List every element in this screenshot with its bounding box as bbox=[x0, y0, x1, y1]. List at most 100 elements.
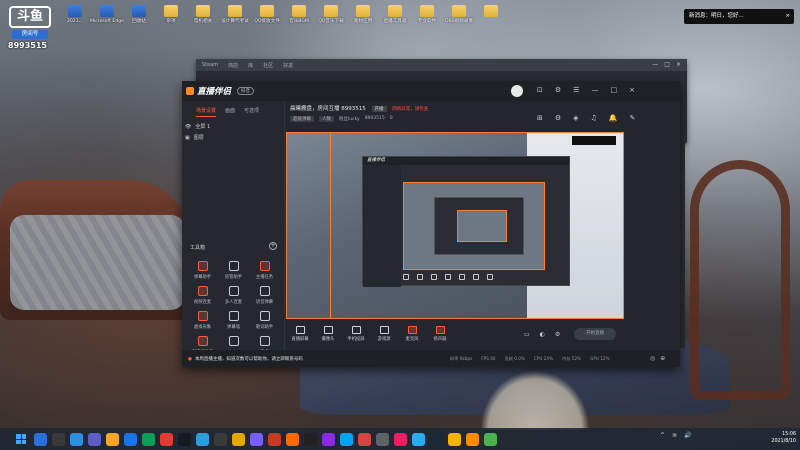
bg-tab[interactable]: 社区 bbox=[263, 62, 273, 69]
desktop-icon[interactable]: 回收站 bbox=[124, 2, 154, 36]
eye-icon[interactable]: ▣ bbox=[185, 135, 190, 141]
taskbar-app-icon[interactable] bbox=[250, 432, 263, 446]
taskbar-app-icon[interactable] bbox=[88, 432, 101, 446]
taskbar-app-icon[interactable] bbox=[106, 432, 119, 446]
taskbar-app-icon[interactable] bbox=[286, 432, 299, 446]
tool-item[interactable]: 弹幕助手 bbox=[187, 261, 218, 280]
taskbar-app-icon[interactable] bbox=[214, 432, 227, 446]
room-tool-icon[interactable]: ⚙ bbox=[555, 114, 561, 122]
preview-toolbar[interactable] bbox=[572, 136, 616, 145]
titlebar-icon[interactable]: × bbox=[629, 86, 635, 94]
tab-0[interactable]: 场景设置 bbox=[196, 107, 217, 117]
close-icon[interactable]: × bbox=[785, 9, 790, 24]
source-button[interactable]: 直播屏幕 bbox=[286, 326, 314, 342]
notification-toast[interactable]: 新消息：明日，您好... × bbox=[684, 9, 794, 24]
source-button[interactable]: 扬声器 bbox=[426, 326, 454, 342]
taskbar-app-icon[interactable] bbox=[160, 432, 173, 446]
source-button[interactable]: 游戏源 bbox=[370, 326, 398, 342]
desktop-icon[interactable]: OBS视频录像 bbox=[444, 2, 474, 36]
room-title[interactable]: 晨曦搬盘，房间互播 8993515 bbox=[290, 106, 366, 112]
window-control-icon[interactable]: — bbox=[652, 61, 658, 68]
bg-tab[interactable]: Steam bbox=[202, 62, 218, 68]
desktop-icon[interactable]: QQ音乐下载 bbox=[316, 2, 346, 36]
extra-control-icon[interactable]: ⚙ bbox=[555, 331, 560, 338]
titlebar-icon[interactable]: □ bbox=[610, 86, 617, 94]
taskbar-app-icon[interactable] bbox=[52, 432, 65, 446]
taskbar-app-icon[interactable] bbox=[70, 432, 83, 446]
tool-item[interactable]: 弹幕墙 bbox=[218, 311, 249, 330]
source-button[interactable]: 麦克风 bbox=[398, 326, 426, 342]
status-control-icon[interactable]: ⊕ bbox=[660, 355, 665, 362]
window-control-icon[interactable]: □ bbox=[664, 61, 670, 68]
desktop-icon[interactable]: QQ接收文件 bbox=[252, 2, 282, 36]
titlebar-icon[interactable]: ⊡ bbox=[537, 86, 543, 94]
clock[interactable]: 15:06 2021/8/10 bbox=[760, 431, 796, 445]
desktop-icon[interactable]: 2021... bbox=[60, 2, 90, 36]
room-tool-icon[interactable]: ✎ bbox=[630, 114, 636, 122]
scene-item[interactable]: ▣ 图层 bbox=[185, 132, 210, 143]
taskbar-app-icon[interactable] bbox=[34, 432, 47, 446]
desktop-icon[interactable]: 专业软件 bbox=[412, 2, 442, 36]
tool-item[interactable]: 歌词助手 bbox=[249, 311, 280, 330]
start-live-button[interactable]: 开始直播 bbox=[574, 328, 616, 340]
tab-1[interactable]: 画面 bbox=[225, 107, 235, 117]
taskbar-app-icon[interactable] bbox=[358, 432, 371, 446]
bg-tab[interactable]: 好友 bbox=[283, 62, 293, 69]
scene-item[interactable]: 👁 全屏 1 bbox=[185, 121, 210, 132]
tool-item[interactable]: 语音弹幕 bbox=[249, 286, 280, 305]
desktop-icon[interactable]: 电机相关 bbox=[188, 2, 218, 36]
tray-icon[interactable]: 🔊 bbox=[684, 432, 691, 439]
window-control-icon[interactable]: × bbox=[676, 61, 681, 68]
taskbar-app-icon[interactable] bbox=[142, 432, 155, 446]
tool-item[interactable]: 房管助手 bbox=[218, 261, 249, 280]
stream-preview[interactable]: 直播伴侣 bbox=[286, 132, 624, 319]
taskbar-app-icon[interactable] bbox=[196, 432, 209, 446]
desktop-icon[interactable] bbox=[476, 2, 506, 36]
bg-tab[interactable]: 库 bbox=[248, 62, 253, 69]
taskbar-app-icon[interactable] bbox=[304, 432, 317, 446]
app-version-badge[interactable]: 抖音 bbox=[237, 87, 255, 95]
avatar[interactable] bbox=[511, 85, 523, 97]
room-tool-icon[interactable]: 🔔 bbox=[609, 114, 618, 122]
taskbar-app-icon[interactable] bbox=[178, 432, 191, 446]
tool-item[interactable]: 主播任务 bbox=[249, 261, 280, 280]
live-companion-app[interactable]: 直播伴侣 抖音 ⊡ ⚙ ☰ — □ × 场景设置 画面 可选项 👁 全屏 1 ▣ 图层 工具箱 + … bbox=[182, 81, 680, 367]
titlebar-icon[interactable]: — bbox=[591, 86, 598, 94]
room-tool-icon[interactable]: ♫ bbox=[591, 114, 597, 122]
taskbar-app-icon[interactable] bbox=[412, 432, 425, 446]
tool-item[interactable]: 虚拟形象 bbox=[187, 311, 218, 330]
taskbar-app-icon[interactable] bbox=[394, 432, 407, 446]
taskbar-app-icon[interactable] bbox=[448, 432, 461, 446]
eye-icon[interactable]: 👁 bbox=[185, 124, 191, 130]
taskbar-app-icon[interactable] bbox=[430, 432, 443, 446]
desktop-icon[interactable]: 杂项 bbox=[156, 2, 186, 36]
taskbar-app-icon[interactable] bbox=[268, 432, 281, 446]
room-tool-icon[interactable]: ◈ bbox=[573, 114, 578, 122]
tab-2[interactable]: 可选项 bbox=[244, 107, 259, 117]
taskbar-app-icon[interactable] bbox=[322, 432, 335, 446]
titlebar-icon[interactable]: ⚙ bbox=[555, 86, 561, 94]
notice[interactable]: ● 本周直播主播，知道次数可以帮助你，请立即联系号码 bbox=[188, 356, 303, 362]
taskbar-app-icon[interactable] bbox=[466, 432, 479, 446]
extra-control-icon[interactable]: ▭ bbox=[524, 331, 530, 338]
extra-control-icon[interactable]: ◐ bbox=[540, 331, 545, 338]
taskbar-app-icon[interactable] bbox=[376, 432, 389, 446]
desktop-icon[interactable]: 设计算代考试 bbox=[220, 2, 250, 36]
source-button[interactable]: 摄像头 bbox=[314, 326, 342, 342]
room-tool-icon[interactable]: ⊞ bbox=[537, 114, 543, 122]
tool-item[interactable]: 视频连麦 bbox=[187, 286, 218, 305]
tray-icon[interactable]: ^ bbox=[660, 432, 665, 439]
desktop-icon[interactable]: 素材应用 bbox=[348, 2, 378, 36]
taskbar-app-icon[interactable] bbox=[124, 432, 137, 446]
desktop-icon[interactable]: 音乐BGM bbox=[284, 2, 314, 36]
bg-tab[interactable]: 商店 bbox=[228, 62, 238, 69]
start-button[interactable] bbox=[16, 434, 26, 444]
tool-item[interactable]: 多人连麦 bbox=[218, 286, 249, 305]
tray-icon[interactable]: ≋ bbox=[672, 432, 677, 439]
titlebar-icon[interactable]: ☰ bbox=[573, 86, 579, 94]
add-tool-button[interactable]: + bbox=[269, 242, 277, 250]
taskbar-app-icon[interactable] bbox=[340, 432, 353, 446]
desktop-icon[interactable]: Microsoft Edge bbox=[90, 2, 124, 36]
taskbar-app-icon[interactable] bbox=[232, 432, 245, 446]
source-button[interactable]: 手机投屏 bbox=[342, 326, 370, 342]
